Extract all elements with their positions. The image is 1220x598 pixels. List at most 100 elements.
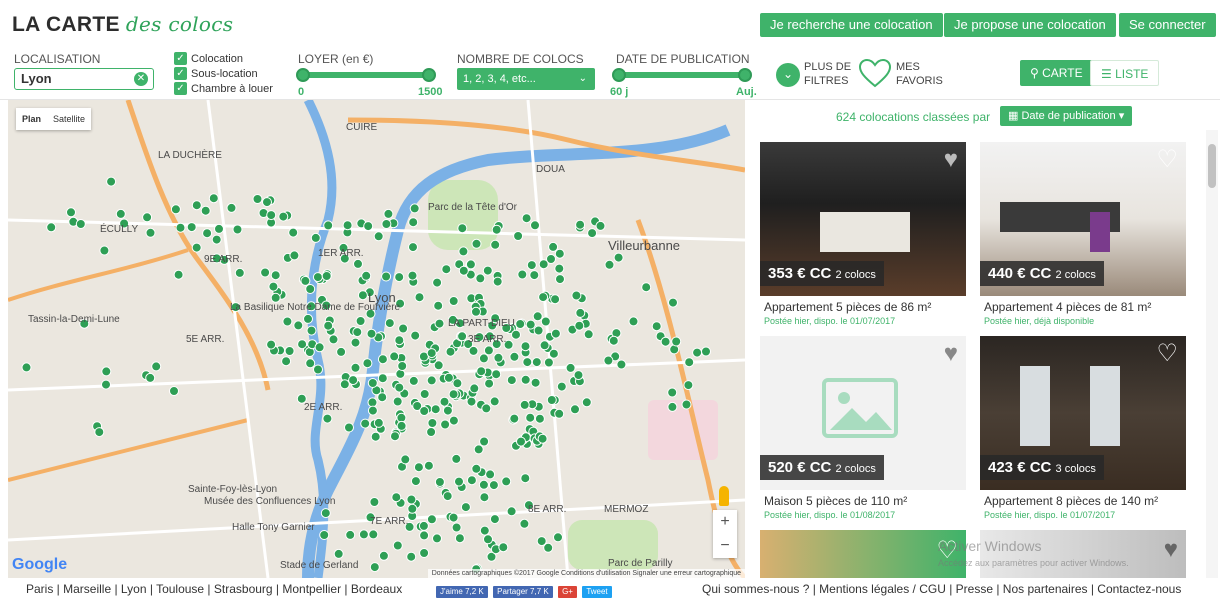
listing-marker[interactable] — [278, 211, 289, 222]
listing-marker[interactable] — [667, 387, 678, 398]
search-coloc-button[interactable]: Je recherche une colocation — [760, 13, 943, 37]
listing-marker[interactable] — [460, 502, 471, 513]
listing-marker[interactable] — [370, 431, 381, 442]
listing-marker[interactable] — [488, 480, 499, 491]
listing-marker[interactable] — [262, 197, 272, 208]
listing-marker[interactable] — [414, 292, 425, 303]
listing-marker[interactable] — [377, 354, 388, 365]
listing-marker[interactable] — [21, 362, 32, 373]
listing-marker[interactable] — [641, 282, 652, 293]
listing-marker[interactable] — [540, 316, 551, 327]
listing-title[interactable]: Appartement 8 pièces de 140 m² — [984, 494, 1158, 508]
listing-marker[interactable] — [289, 250, 300, 261]
listing-marker[interactable] — [439, 396, 450, 407]
listing-marker[interactable] — [537, 433, 548, 444]
listing-marker[interactable] — [46, 222, 57, 233]
listing-marker[interactable] — [314, 342, 325, 353]
listing-marker[interactable] — [66, 207, 76, 218]
listing-marker[interactable] — [430, 404, 441, 415]
listing-marker[interactable] — [432, 533, 442, 544]
gplus-button[interactable]: G+ — [558, 586, 577, 598]
listing-marker[interactable] — [525, 412, 536, 423]
listing-marker[interactable] — [94, 427, 105, 438]
listing-marker[interactable] — [145, 372, 156, 383]
listing-marker[interactable] — [573, 370, 584, 381]
listing-title[interactable]: Appartement 4 pièces de 81 m² — [984, 300, 1151, 314]
listing-marker[interactable] — [538, 259, 549, 270]
listing-marker[interactable] — [457, 223, 468, 234]
listing-marker[interactable] — [410, 476, 421, 487]
listing-marker[interactable] — [381, 271, 392, 282]
favorites-button[interactable]: MES FAVORIS — [896, 60, 943, 88]
listing-marker[interactable] — [530, 220, 540, 231]
listing-photo[interactable]: ♥ 520 € CC 2 colocs — [760, 336, 966, 490]
listing-marker[interactable] — [101, 366, 112, 377]
listing-marker[interactable] — [409, 203, 420, 214]
map[interactable]: LA DUCHÈRE CUIRE 9E ARR. 1ER ARR. Villeurban… — [8, 100, 745, 578]
listing-marker[interactable] — [373, 231, 384, 242]
listing-marker[interactable] — [345, 529, 356, 540]
listing-marker[interactable] — [394, 382, 405, 393]
listing-marker[interactable] — [548, 241, 559, 252]
tab-plan[interactable]: Plan — [16, 108, 47, 130]
listing-marker[interactable] — [381, 219, 392, 229]
listing-marker[interactable] — [305, 284, 316, 294]
listing-marker[interactable] — [396, 420, 407, 431]
listing-photo[interactable]: ♡ 423 € CC 3 colocs — [980, 336, 1186, 490]
listing-marker[interactable] — [367, 397, 378, 408]
listing-marker[interactable] — [534, 413, 545, 424]
rent-max-handle[interactable] — [422, 68, 436, 82]
listing-marker[interactable] — [479, 436, 490, 447]
listing-marker[interactable] — [214, 223, 224, 234]
listing-marker[interactable] — [266, 339, 277, 350]
listing-marker[interactable] — [427, 418, 438, 428]
clear-icon[interactable]: ✕ — [134, 72, 148, 86]
listing-marker[interactable] — [384, 318, 395, 329]
listing-marker[interactable] — [671, 336, 682, 347]
listing-marker[interactable] — [208, 193, 219, 204]
listing-marker[interactable] — [173, 269, 184, 280]
listing-photo[interactable]: ♡ 440 € CC 2 colocs — [980, 142, 1186, 296]
listing-marker[interactable] — [442, 405, 453, 416]
listing-marker[interactable] — [478, 479, 489, 490]
listing-marker[interactable] — [106, 176, 117, 187]
listing-marker[interactable] — [260, 267, 271, 278]
listing-marker[interactable] — [408, 242, 418, 253]
listing-marker[interactable] — [565, 362, 576, 373]
listing-marker[interactable] — [608, 335, 619, 346]
listing-marker[interactable] — [413, 462, 424, 473]
listing-marker[interactable] — [268, 281, 279, 292]
listing-marker[interactable] — [458, 265, 469, 276]
listing-marker[interactable] — [604, 259, 615, 270]
listing-marker[interactable] — [377, 373, 388, 384]
listing-marker[interactable] — [353, 258, 363, 269]
listing-marker[interactable] — [322, 413, 333, 424]
listing-marker[interactable] — [348, 375, 359, 386]
listing-marker[interactable] — [533, 325, 544, 336]
listing-marker[interactable] — [99, 245, 110, 256]
more-filters-button[interactable]: PLUS DE FILTRES — [804, 60, 851, 88]
listing-marker[interactable] — [288, 227, 299, 238]
listing-marker[interactable] — [252, 194, 263, 204]
listing-marker[interactable] — [683, 380, 694, 391]
listing-marker[interactable] — [392, 540, 403, 551]
listing-marker[interactable] — [408, 375, 419, 386]
listing-marker[interactable] — [451, 522, 462, 533]
listing-marker[interactable] — [344, 422, 354, 433]
listing-marker[interactable] — [361, 270, 372, 281]
listing-marker[interactable] — [448, 296, 459, 306]
listing-marker[interactable] — [484, 378, 495, 389]
listing-marker[interactable] — [448, 415, 459, 426]
listing-marker[interactable] — [529, 270, 540, 281]
listing-marker[interactable] — [482, 265, 493, 276]
scroll-thumb[interactable] — [1208, 144, 1216, 188]
listing-card[interactable]: ♡ 423 € CC 3 colocs Appartement 8 pièces… — [980, 336, 1186, 530]
listing-marker[interactable] — [458, 246, 469, 257]
listing-marker[interactable] — [441, 264, 452, 275]
more-filters-icon[interactable]: ⌄ — [776, 63, 800, 87]
map-canvas[interactable]: LA DUCHÈRE CUIRE 9E ARR. 1ER ARR. Villeurban… — [8, 100, 745, 578]
listing-marker[interactable] — [191, 200, 202, 211]
listing-marker[interactable] — [442, 491, 453, 502]
listing-marker[interactable] — [434, 477, 445, 487]
listing-marker[interactable] — [554, 408, 565, 419]
